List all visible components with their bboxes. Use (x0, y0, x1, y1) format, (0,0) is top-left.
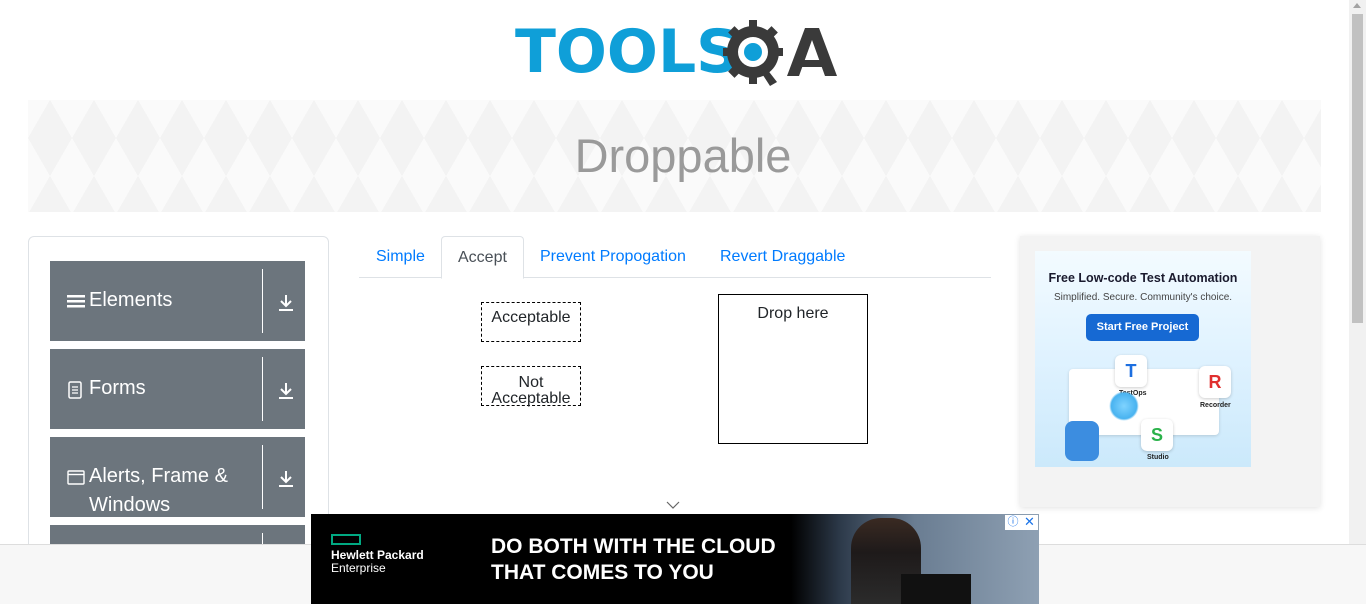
ad-photo (791, 514, 1039, 604)
group-divider (262, 357, 263, 421)
tab-accept[interactable]: Accept (441, 236, 524, 279)
tab-prevent-propogation[interactable]: Prevent Propogation (524, 236, 702, 278)
download-arrow-icon[interactable] (278, 382, 294, 400)
download-arrow-icon[interactable] (278, 294, 294, 312)
group-forms[interactable]: Forms (50, 349, 305, 429)
download-arrow-icon[interactable] (278, 470, 294, 488)
tab-simple[interactable]: Simple (360, 236, 441, 278)
group-label: Forms (89, 377, 146, 399)
hpe-brand-line1: Hewlett Packard (331, 548, 424, 562)
group-alerts-frame-windows[interactable]: Alerts, Frame & Windows (50, 437, 305, 517)
studio-label: Studio (1147, 454, 1169, 461)
group-divider (262, 445, 263, 509)
glow-dot (1109, 391, 1139, 421)
ad-headline: DO BOTH WITH THE CLOUD THAT COMES TO YOU (491, 534, 776, 586)
studio-icon: S (1141, 419, 1173, 451)
drop-target[interactable]: Drop here (718, 294, 868, 444)
testops-icon: T (1115, 355, 1147, 387)
recorder-label: Recorder (1200, 402, 1231, 409)
ad-headline-line1: DO BOTH WITH THE CLOUD (491, 535, 776, 558)
bottom-ad-banner[interactable]: Hewlett Packard Enterprise DO BOTH WITH … (311, 514, 1039, 604)
acceptable-label: Acceptable (491, 309, 571, 326)
droppable-tabs: Simple Accept Prevent Propogation Revert… (359, 236, 991, 279)
ad-headline-line2: THAT COMES TO YOU (491, 561, 714, 584)
group-divider (262, 269, 263, 333)
tab-revert-draggable[interactable]: Revert Draggable (704, 236, 861, 278)
recorder-icon: R (1199, 366, 1231, 398)
page-title: Droppable (574, 129, 792, 182)
group-label: Elements (89, 289, 173, 311)
robot-arm-graphic (1065, 421, 1099, 461)
ad-subline: Simplified. Secure. Community's choice. (1053, 292, 1233, 303)
document-icon (68, 381, 82, 399)
acceptable-draggable[interactable]: Acceptable (481, 302, 581, 342)
right-ad-card[interactable]: Free Low-code Test Automation Simplified… (1035, 251, 1251, 467)
chevron-down-icon[interactable] (666, 500, 680, 510)
hpe-brand-line2: Enterprise (331, 561, 386, 575)
logo-letter-a (787, 28, 837, 76)
ad-headline: Free Low-code Test Automation (1048, 271, 1238, 285)
start-free-project-button[interactable]: Start Free Project (1086, 314, 1199, 341)
toolsqa-logo[interactable]: TOOLS (515, 16, 837, 90)
menu-lines-icon (67, 295, 85, 308)
hpe-logo-icon (331, 534, 361, 545)
ad-info-icon[interactable]: ⓘ (1005, 515, 1021, 530)
ad-close-icon[interactable]: ✕ (1021, 515, 1038, 530)
logo-text: TOOLS (515, 17, 740, 87)
not-acceptable-label-line1: Not (518, 374, 544, 391)
scroll-up-arrow-icon[interactable] (1353, 3, 1361, 8)
group-label-line1: Alerts, Frame & (89, 465, 228, 487)
ad-laptop-graphic (901, 574, 971, 604)
group-elements[interactable]: Elements (50, 261, 305, 341)
not-acceptable-draggable[interactable]: Not Acceptable (481, 366, 581, 407)
window-icon (67, 470, 85, 485)
group-label-line2: Windows (89, 494, 171, 516)
scrollbar-thumb[interactable] (1352, 14, 1363, 323)
not-acceptable-label-line2: Acceptable (491, 390, 571, 407)
drop-target-label: Drop here (757, 305, 829, 322)
